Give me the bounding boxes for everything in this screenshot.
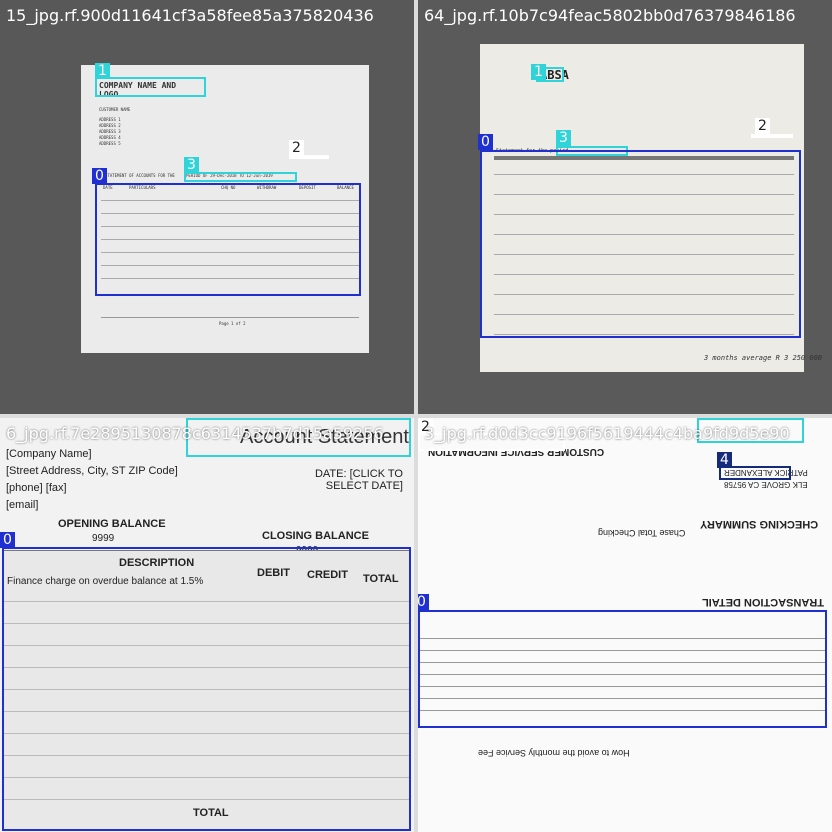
account-holder-city: ELK GROVE CA 95758: [724, 480, 808, 489]
bbox-label-0: 0: [0, 532, 15, 548]
page-footer: Page 1 of 2: [219, 321, 246, 326]
date-field: DATE: [CLICK TO SELECT DATE]: [314, 468, 403, 492]
phone-fax: [phone] [fax]: [6, 482, 67, 494]
image-tile-3: Account Statement 6_jpg.rf.7e2895130878c…: [0, 418, 414, 832]
address-line: ADDRESS 2: [99, 123, 121, 128]
bbox-label-0: 0: [92, 168, 107, 184]
address-line: ADDRESS 3: [99, 129, 121, 134]
opening-balance-value: 9999: [92, 533, 115, 544]
image-tile-2: 64_jpg.rf.10b7c94feac5802bb0d76379846186…: [418, 0, 832, 414]
image-tile-1: 15_jpg.rf.900d11641cf3a58fee85a375820436…: [0, 0, 414, 414]
bbox-label-4: 4: [717, 452, 732, 468]
bbox-0: [95, 183, 361, 296]
address-line: ADDRESS 5: [99, 141, 121, 146]
image-tile-4: 3_jpg.rf.d0d3cc9196f5619444c4ba9fd9d5e90…: [418, 418, 832, 832]
email: [email]: [6, 499, 39, 511]
address-line: ADDRESS 1: [99, 117, 121, 122]
handwritten-note: 3 months average R 3 250 000: [704, 354, 823, 362]
bbox-2: [751, 134, 793, 138]
bbox-label-3: 3: [184, 157, 199, 173]
bbox-0: [480, 150, 801, 338]
bbox-label-0: 0: [418, 594, 429, 610]
bbox-label-3: 3: [556, 130, 571, 146]
opening-balance-label: OPENING BALANCE: [58, 518, 166, 530]
bbox-0: [418, 610, 827, 728]
bottom-note: How to avoid the monthly Service Fee: [478, 748, 630, 758]
bbox-label-0: 0: [478, 134, 493, 150]
bbox-label-1: 1: [95, 63, 110, 79]
address-line: ADDRESS 4: [99, 135, 121, 140]
bbox-4: [719, 466, 791, 480]
filename-label: 64_jpg.rf.10b7c94feac5802bb0d76379846186: [424, 6, 796, 25]
statement-heading: STATEMENT OF ACCOUNTS FOR THE: [105, 173, 175, 178]
bbox-3: [184, 172, 297, 182]
filename-label: 6_jpg.rf.7e2895130878c6314537b7d15a59256: [6, 424, 384, 443]
bbox-label-1: 1: [531, 64, 546, 80]
company-name: [Company Name]: [6, 448, 92, 460]
customer-name: CUSTOMER NAME: [99, 107, 131, 112]
transaction-detail-heading: TRANSACTION DETAIL: [702, 596, 825, 608]
footer-rule: [101, 317, 359, 318]
filename-label: 15_jpg.rf.900d11641cf3a58fee85a375820436: [6, 6, 374, 25]
filename-label: 3_jpg.rf.d0d3cc9196f5619444c4ba9fd9d5e90: [424, 424, 790, 443]
bbox-1: [95, 77, 206, 97]
bbox-label-2: 2: [755, 118, 770, 134]
closing-balance-label: CLOSING BALANCE: [262, 530, 369, 542]
street-address: [Street Address, City, ST ZIP Code]: [6, 465, 178, 477]
chase-total-checking: Chase Total Checking: [598, 528, 686, 538]
checking-summary-heading: CHECKING SUMMARY: [700, 518, 819, 530]
bbox-label-2: 2: [289, 140, 304, 156]
bbox-0: [2, 547, 411, 831]
